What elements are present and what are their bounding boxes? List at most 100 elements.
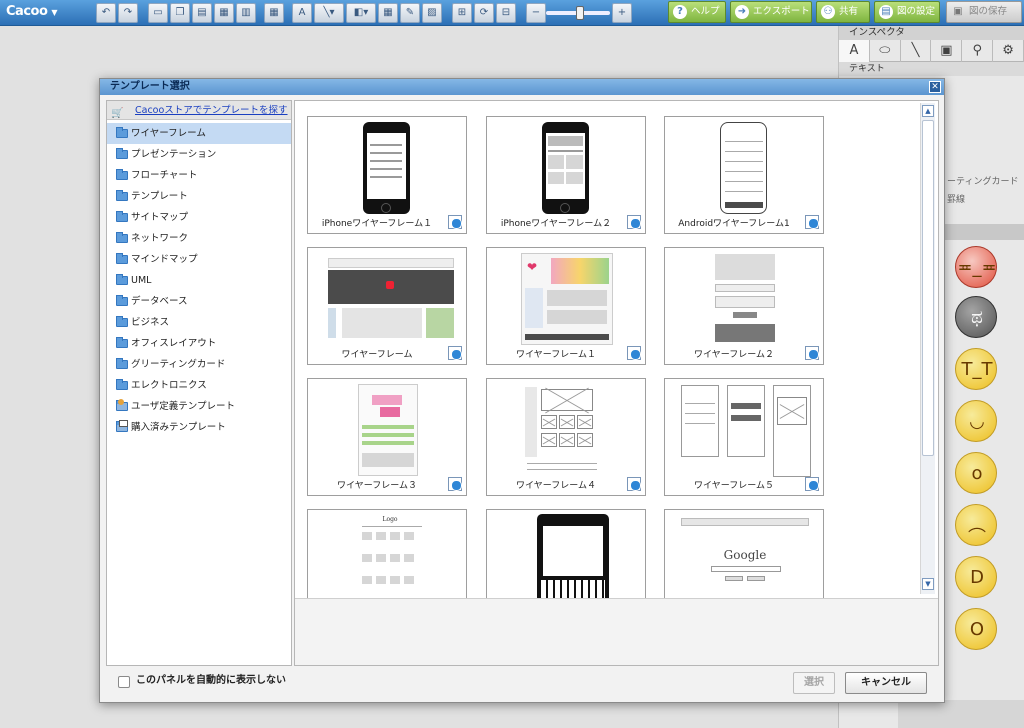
- folder-icon: [116, 148, 128, 159]
- category-item[interactable]: ネットワーク: [107, 228, 291, 249]
- template-label: ワイヤーフレーム５: [694, 481, 774, 491]
- table-tool-icon[interactable]: ▦: [378, 3, 398, 23]
- clipboard-icon[interactable]: ▦: [214, 3, 234, 23]
- thumb-google-text: Google: [723, 548, 767, 562]
- template-thumbnail: [671, 252, 817, 346]
- store-link[interactable]: Cacooストアでテンプレートを探す: [135, 105, 288, 116]
- help-button[interactable]: ? ヘルプ: [668, 1, 726, 23]
- close-icon[interactable]: ✕: [929, 81, 941, 93]
- grid-icon[interactable]: ▦: [264, 3, 284, 23]
- paste-style-icon[interactable]: ▥: [236, 3, 256, 23]
- share-button[interactable]: ⚇ 共有: [816, 1, 870, 23]
- template-card[interactable]: iPhoneワイヤーフレーム２: [486, 116, 646, 234]
- line-tool-icon[interactable]: ╲▾: [314, 3, 344, 23]
- undo-icon[interactable]: ↶: [96, 3, 116, 23]
- zoom-slider-knob[interactable]: [576, 6, 584, 20]
- category-label: UML: [131, 275, 152, 286]
- group-icon[interactable]: ⊞: [452, 3, 472, 23]
- template-thumbnail: ❤: [493, 252, 639, 346]
- zoom-out-icon[interactable]: −: [526, 3, 546, 23]
- category-item[interactable]: サイトマップ: [107, 207, 291, 228]
- cacoo-logo[interactable]: Cacoo ▼: [6, 4, 58, 22]
- category-item[interactable]: プレゼンテーション: [107, 144, 291, 165]
- category-item[interactable]: グリーティングカード: [107, 354, 291, 375]
- template-thumbnail: [493, 383, 639, 477]
- select-button[interactable]: 選択: [793, 672, 835, 694]
- category-item[interactable]: フローチャート: [107, 165, 291, 186]
- template-info-icon[interactable]: [448, 215, 462, 229]
- scroll-down-icon[interactable]: ▼: [922, 578, 934, 590]
- category-item[interactable]: ユーザ定義テンプレート: [107, 396, 291, 417]
- copy-icon[interactable]: ❐: [170, 3, 190, 23]
- folder-icon: [116, 295, 128, 306]
- paste-icon[interactable]: ▤: [192, 3, 212, 23]
- template-info-icon[interactable]: [627, 477, 641, 491]
- text-tool-icon[interactable]: A: [292, 3, 312, 23]
- store-link-row: 🛒 Cacooストアでテンプレートを探す: [107, 101, 291, 120]
- image-tool-icon[interactable]: ▨: [422, 3, 442, 23]
- category-item[interactable]: ビジネス: [107, 312, 291, 333]
- export-icon: ➜: [735, 5, 749, 19]
- template-thumbnail: [314, 383, 460, 477]
- category-item[interactable]: テンプレート: [107, 186, 291, 207]
- rotate-icon[interactable]: ⟳: [474, 3, 494, 23]
- template-label: ワイヤーフレーム: [341, 350, 413, 360]
- top-toolbar: Cacoo ▼ ↶ ↷ ▭ ❐ ▤ ▦ ▥ ▦ A ╲▾ ◧▾ ▦ ✎ ▨ ⊞ ⟳…: [0, 0, 1024, 26]
- template-card[interactable]: Google: [664, 509, 824, 603]
- category-item[interactable]: マインドマップ: [107, 249, 291, 270]
- template-info-icon[interactable]: [805, 477, 819, 491]
- template-card[interactable]: ❤ ワイヤーフレーム１: [486, 247, 646, 365]
- category-item[interactable]: UML: [107, 270, 291, 291]
- zoom-in-icon[interactable]: +: [612, 3, 632, 23]
- template-card[interactable]: Androidワイヤーフレーム1: [664, 116, 824, 234]
- template-label: iPhoneワイヤーフレーム１: [321, 219, 433, 229]
- folder-icon: [116, 274, 128, 285]
- template-card[interactable]: ワイヤーフレーム５: [664, 378, 824, 496]
- template-info-icon[interactable]: [627, 346, 641, 360]
- logo-text: Cacoo: [6, 4, 48, 19]
- share-button-label: 共有: [839, 6, 859, 17]
- auto-show-checkbox[interactable]: [118, 676, 130, 688]
- purchased-folder-icon: [116, 420, 128, 432]
- template-scrollbar[interactable]: ▲ ▼: [920, 103, 935, 594]
- category-item[interactable]: オフィスレイアウト: [107, 333, 291, 354]
- template-card[interactable]: [486, 509, 646, 608]
- folder-icon: [116, 169, 128, 180]
- template-thumbnail: [671, 121, 817, 215]
- folder-icon: [116, 253, 128, 264]
- category-label: ワイヤーフレーム: [131, 128, 206, 139]
- template-info-icon[interactable]: [627, 215, 641, 229]
- category-item[interactable]: 購入済みテンプレート: [107, 417, 291, 438]
- save-diagram-button[interactable]: ▣ 図の保存: [946, 1, 1022, 23]
- export-button[interactable]: ➜ エクスポート: [730, 1, 812, 23]
- cancel-button[interactable]: キャンセル: [845, 672, 927, 694]
- category-item[interactable]: ワイヤーフレーム: [107, 123, 291, 144]
- scrollbar-thumb[interactable]: [922, 120, 934, 456]
- template-card[interactable]: ワイヤーフレーム４: [486, 378, 646, 496]
- template-card[interactable]: ワイヤーフレーム: [307, 247, 467, 365]
- template-card[interactable]: ワイヤーフレーム２: [664, 247, 824, 365]
- diagram-settings-button[interactable]: ▤ 図の設定: [874, 1, 940, 23]
- template-info-icon[interactable]: [805, 346, 819, 360]
- category-label: 購入済みテンプレート: [131, 422, 226, 433]
- template-info-icon[interactable]: [805, 215, 819, 229]
- category-label: ネットワーク: [131, 233, 189, 244]
- template-card[interactable]: ワイヤーフレーム３: [307, 378, 467, 496]
- category-item[interactable]: データベース: [107, 291, 291, 312]
- template-info-icon[interactable]: [448, 477, 462, 491]
- page-icon[interactable]: ▭: [148, 3, 168, 23]
- folder-icon: [116, 358, 128, 369]
- template-card[interactable]: Logo: [307, 509, 467, 603]
- category-item[interactable]: エレクトロニクス: [107, 375, 291, 396]
- help-icon: ?: [673, 5, 687, 19]
- category-label: データベース: [131, 296, 188, 307]
- scroll-up-icon[interactable]: ▲: [922, 105, 934, 117]
- template-label: iPhoneワイヤーフレーム２: [500, 219, 612, 229]
- template-label: ワイヤーフレーム３: [337, 481, 417, 491]
- shape-tool-icon[interactable]: ◧▾: [346, 3, 376, 23]
- pencil-tool-icon[interactable]: ✎: [400, 3, 420, 23]
- distribute-icon[interactable]: ⊟: [496, 3, 516, 23]
- redo-icon[interactable]: ↷: [118, 3, 138, 23]
- template-card[interactable]: iPhoneワイヤーフレーム１: [307, 116, 467, 234]
- template-info-icon[interactable]: [448, 346, 462, 360]
